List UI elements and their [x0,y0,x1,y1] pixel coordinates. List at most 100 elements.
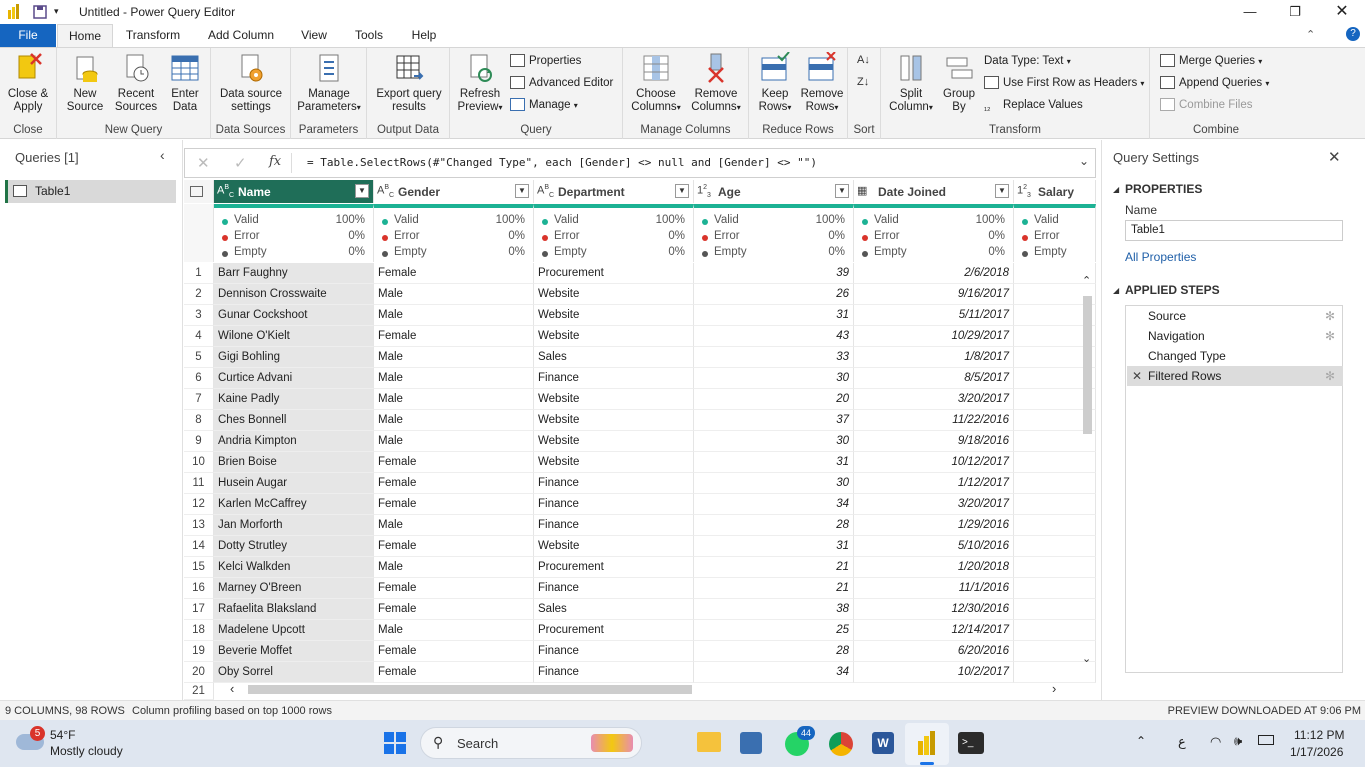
tab-home[interactable]: Home [57,24,113,48]
table-cell[interactable]: 28 [694,641,854,662]
table-cell[interactable]: 9/16/2017 [854,284,1014,305]
data-type-icon[interactable]: ABC [377,184,394,199]
table-cell[interactable]: Gunar Cockshoot [214,305,374,326]
row-number[interactable]: 11 [184,473,214,494]
commit-formula-icon[interactable]: ✓ [234,154,247,172]
powerbi-taskbar-icon[interactable] [905,723,949,765]
help-icon[interactable]: ? [1346,27,1360,41]
table-cell[interactable]: Male [374,347,534,368]
close-window-button[interactable]: ✕ [1320,2,1364,22]
replace-values-button[interactable]: ₁₂ Replace Values [984,96,1083,116]
table-cell[interactable]: 21 [694,557,854,578]
table-cell[interactable]: 30 [694,431,854,452]
scroll-up-icon[interactable]: ⌃ [1082,274,1091,287]
table-cell[interactable]: Beverie Moffet [214,641,374,662]
chevron-down-icon[interactable]: ▼ [355,184,369,198]
table-cell[interactable]: Female [374,473,534,494]
table-cell[interactable]: 5/10/2016 [854,536,1014,557]
table-cell[interactable]: Female [374,662,534,683]
weather-widget[interactable]: 5 54°F Mostly cloudy [14,726,134,762]
row-number[interactable]: 7 [184,389,214,410]
chevron-down-icon[interactable]: ▼ [675,184,689,198]
step-source[interactable]: Source ✻ [1127,306,1343,326]
table-cell[interactable]: Male [374,284,534,305]
table-cell[interactable]: Male [374,305,534,326]
table-cell[interactable]: Finance [534,515,694,536]
table-cell[interactable]: 34 [694,494,854,515]
table-cell[interactable]: Finance [534,473,694,494]
table-cell[interactable]: 21 [694,578,854,599]
table-cell[interactable]: 12/30/2016 [854,599,1014,620]
data-source-settings-button[interactable]: Data source settings [215,52,287,114]
data-type-icon[interactable]: ABC [537,184,554,199]
horizontal-scroll-thumb[interactable] [248,685,692,694]
table-cell[interactable]: 39 [694,263,854,284]
group-by-button[interactable]: Group By [939,52,979,114]
chrome-icon[interactable] [829,732,853,756]
table-cell[interactable]: Procurement [534,557,694,578]
query-item-table1[interactable]: Table1 [5,180,176,203]
cancel-formula-icon[interactable]: ✕ [197,154,210,172]
tray-overflow-icon[interactable]: ⌃ [1136,734,1146,748]
table-cell[interactable]: 2/6/2018 [854,263,1014,284]
tab-transform[interactable]: Transform [118,24,188,47]
table-cell[interactable]: 33 [694,347,854,368]
row-number[interactable]: 4 [184,326,214,347]
table-cell[interactable]: 6/20/2016 [854,641,1014,662]
table-cell[interactable]: 25 [694,620,854,641]
file-explorer-icon[interactable] [697,732,721,752]
query-name-input[interactable]: Table1 [1125,220,1343,241]
table-cell[interactable]: Female [374,326,534,347]
table-cell[interactable]: 31 [694,305,854,326]
table-cell[interactable]: 10/29/2017 [854,326,1014,347]
fx-icon[interactable]: fx [269,154,281,169]
table-cell[interactable]: Finance [534,368,694,389]
properties-button[interactable]: Properties [510,52,581,72]
expand-formula-icon[interactable]: ⌄ [1079,154,1089,168]
table-cell[interactable]: 1/8/2017 [854,347,1014,368]
table-cell[interactable]: Female [374,494,534,515]
status-profiling[interactable]: Column profiling based on top 1000 rows [132,705,332,717]
export-query-results-button[interactable]: Export query results [371,52,447,114]
refresh-preview-button[interactable]: Refresh Preview▾ [454,52,506,114]
table-cell[interactable]: Male [374,620,534,641]
row-number[interactable]: 1 [184,263,214,284]
column-header-name[interactable]: ABC Name ▼ [214,180,374,203]
table-cell[interactable]: Dennison Crosswaite [214,284,374,305]
battery-icon[interactable] [1258,735,1274,745]
tab-tools[interactable]: Tools [348,24,390,47]
gear-icon[interactable]: ✻ [1325,306,1335,326]
recent-sources-button[interactable]: Recent Sources [111,52,161,114]
new-source-button[interactable]: New Source [63,52,107,114]
table-cell[interactable]: 1/12/2017 [854,473,1014,494]
table-cell[interactable]: Karlen McCaffrey [214,494,374,515]
column-header-salary[interactable]: 123 Salary [1014,180,1096,203]
table-cell[interactable]: 1/29/2016 [854,515,1014,536]
table-cell[interactable]: 8/5/2017 [854,368,1014,389]
manage-parameters-button[interactable]: Manage Parameters▾ [295,52,363,114]
table-cell[interactable]: Sales [534,347,694,368]
table-cell[interactable]: Female [374,536,534,557]
table-cell[interactable]: Procurement [534,620,694,641]
table-cell[interactable]: 11/1/2016 [854,578,1014,599]
table-cell[interactable]: Marney O'Breen [214,578,374,599]
vertical-scroll-thumb[interactable] [1083,296,1092,434]
close-apply-button[interactable]: Close & Apply [4,52,52,114]
save-icon[interactable] [33,5,47,19]
row-number[interactable]: 5 [184,347,214,368]
advanced-editor-button[interactable]: Advanced Editor [510,74,613,94]
table-cell[interactable]: Andria Kimpton [214,431,374,452]
table-cell[interactable]: Male [374,410,534,431]
table-cell[interactable]: 10/12/2017 [854,452,1014,473]
table-cell[interactable]: 3/20/2017 [854,494,1014,515]
table-cell[interactable]: Gigi Bohling [214,347,374,368]
table-cell[interactable]: Sales [534,599,694,620]
wifi-icon[interactable]: ◠ [1210,734,1221,750]
table-cell[interactable]: Male [374,368,534,389]
row-number[interactable]: 6 [184,368,214,389]
table-cell[interactable]: 12/14/2017 [854,620,1014,641]
row-number[interactable]: 10 [184,452,214,473]
row-number[interactable]: 9 [184,431,214,452]
scroll-right-icon[interactable]: › [1052,681,1056,696]
row-number[interactable]: 19 [184,641,214,662]
